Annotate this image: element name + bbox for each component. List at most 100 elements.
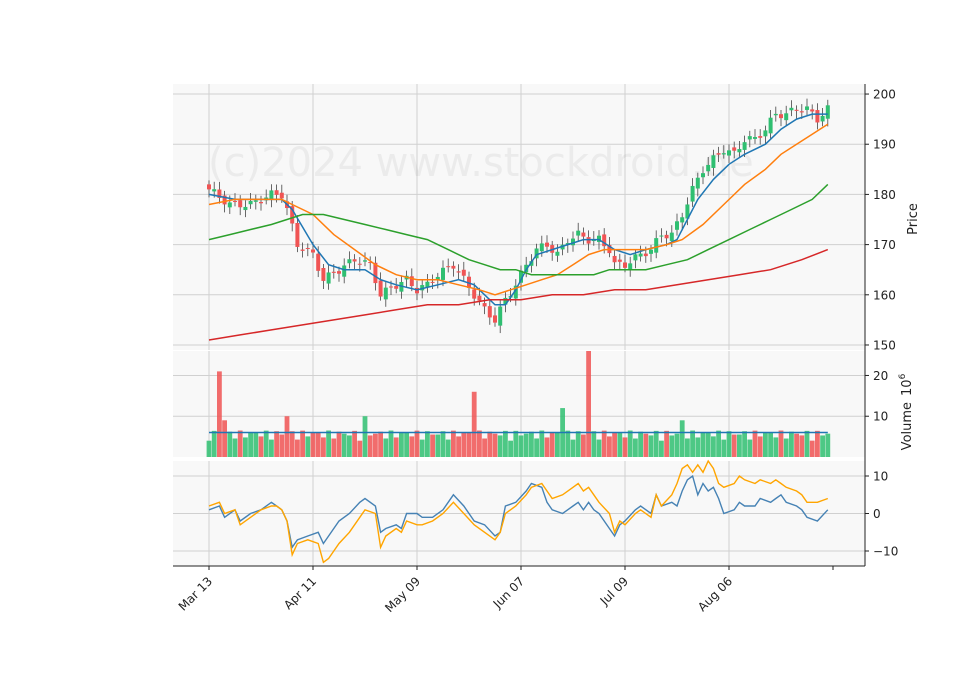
volume-bar — [596, 439, 602, 457]
volume-bar — [607, 436, 612, 457]
volume-bar — [461, 432, 467, 457]
volume-bar — [222, 420, 227, 457]
volume-bar — [690, 430, 695, 457]
volume-bar — [820, 435, 825, 457]
volume-bar — [310, 432, 316, 457]
volume-scale-exponent: 6 — [898, 373, 908, 379]
candle-down — [581, 232, 586, 237]
volume-bar — [726, 431, 732, 457]
candle-up — [669, 232, 674, 241]
candle-down — [394, 286, 399, 289]
candle-up — [347, 259, 352, 264]
candle-down — [456, 271, 461, 273]
candle-up — [737, 149, 742, 153]
candle-down — [238, 200, 243, 208]
price-ytick-label: 190 — [873, 138, 896, 152]
candle-up — [701, 173, 705, 178]
candle-down — [487, 306, 492, 318]
price-ytick-label: 180 — [873, 188, 896, 202]
volume-bar — [471, 391, 477, 457]
volume-bar — [284, 416, 290, 457]
osc-ytick-label: −10 — [873, 545, 898, 559]
candle-up — [789, 107, 794, 111]
candle-up — [253, 200, 258, 202]
candle-down — [758, 136, 763, 138]
candle-up — [768, 117, 773, 134]
volume-bar — [721, 439, 727, 457]
candle-up — [269, 190, 274, 200]
candle-down — [331, 271, 336, 273]
candle-up — [654, 238, 659, 253]
candle-down — [207, 184, 211, 190]
volume-bar — [534, 438, 539, 457]
volume-bar — [815, 430, 820, 457]
volume-label-text: Volume — [900, 402, 915, 450]
volume-bar — [700, 432, 706, 457]
candle-up — [441, 267, 445, 280]
candle-up — [742, 142, 747, 150]
candle-up — [721, 153, 726, 155]
price-axis-label: Price — [906, 203, 921, 235]
candle-up — [706, 164, 711, 172]
volume-bar — [742, 431, 747, 457]
volume-bar — [664, 430, 669, 457]
candle-down — [451, 265, 456, 269]
volume-bar — [711, 436, 716, 457]
volume-bar — [326, 430, 331, 457]
volume-bar — [783, 438, 789, 457]
xtick-label: May 09 — [382, 574, 423, 615]
candle-up — [675, 221, 679, 230]
candle-up — [342, 265, 347, 277]
price-ytick-label: 150 — [873, 338, 896, 352]
volume-bar — [482, 438, 487, 457]
volume-bar — [243, 437, 248, 457]
volume-bar — [388, 430, 394, 457]
stock-chart: (c)2024 www.stockdroid.de 150 160 170 180 19… — [173, 84, 921, 615]
volume-bar — [523, 433, 529, 457]
volume-bar — [804, 430, 810, 457]
volume-bar — [763, 432, 768, 457]
volume-bar — [367, 435, 373, 457]
volume-bar — [757, 436, 763, 457]
watermark-text: (c)2024 www.stockdroid.de — [208, 140, 754, 186]
candle-down — [545, 242, 549, 247]
candle-up — [383, 287, 388, 300]
volume-bar — [279, 434, 285, 457]
volume-bar — [274, 431, 279, 457]
volume-bar — [393, 437, 399, 457]
candle-down — [259, 201, 263, 204]
xtick-label: Apr 11 — [281, 574, 319, 612]
volume-bar — [513, 430, 519, 457]
volume-bar — [248, 432, 253, 457]
volume-bar — [549, 432, 555, 457]
candle-down — [664, 234, 669, 239]
volume-bar — [633, 438, 638, 457]
volume-bar — [518, 435, 524, 457]
volume-bar — [695, 437, 701, 457]
volume-bar — [679, 420, 685, 457]
volume-bar — [544, 437, 550, 457]
volume-bar — [414, 430, 420, 457]
candle-up — [628, 263, 633, 270]
volume-bar — [321, 437, 326, 457]
candle-up — [753, 137, 757, 139]
volume-bar — [794, 433, 799, 457]
candle-down — [378, 280, 383, 297]
volume-bar — [825, 433, 831, 457]
candle-down — [612, 255, 617, 263]
candle-down — [810, 109, 815, 112]
volume-bar — [653, 430, 659, 457]
candle-down — [716, 153, 721, 155]
volume-bar — [737, 434, 742, 457]
candle-down — [586, 237, 591, 244]
candle-up — [659, 235, 664, 237]
volume-bar — [425, 431, 430, 457]
volume-bar — [659, 440, 664, 457]
xtick-label: Mar 13 — [176, 574, 215, 613]
candle-down — [430, 281, 435, 283]
volume-bar — [752, 430, 758, 457]
candle-down — [300, 249, 305, 251]
volume-bar — [565, 430, 571, 457]
volume-bar — [669, 435, 675, 457]
candle-up — [248, 201, 253, 205]
